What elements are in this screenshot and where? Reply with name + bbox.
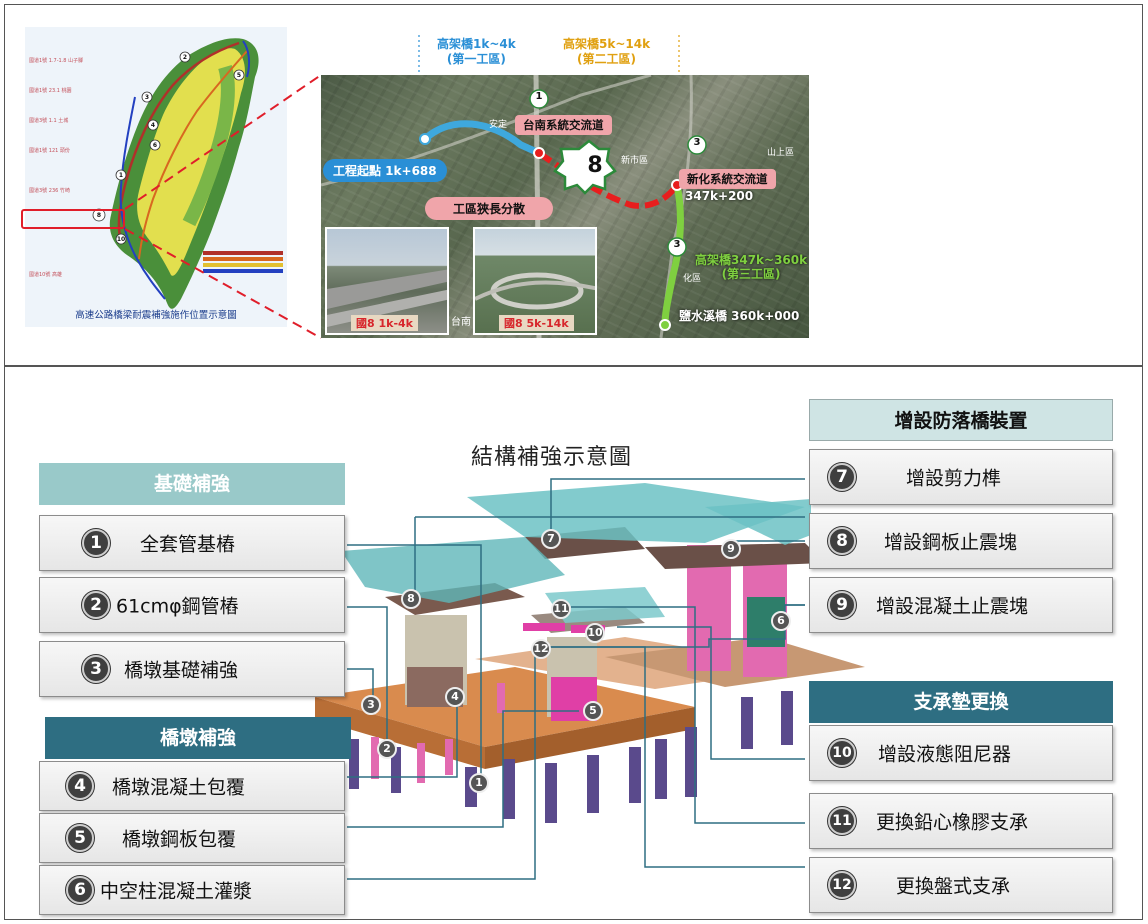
item-number: 11 [828, 807, 856, 835]
item-label: 橋墩鋼板包覆 [122, 828, 237, 851]
item-8-steel-stopper: 8 增設鋼板止震塊 [809, 513, 1113, 569]
interchange-tainan-label: 台南系統交流道 [515, 115, 612, 135]
satellite-map: 8 1 3 3 安定 新市區 山上區 化區 台南 工程起點 1k+688 台南系… [321, 75, 809, 338]
item-label: 增設混凝土止震塊 [876, 595, 1029, 618]
item-label: 全套管基樁 [140, 533, 236, 556]
item-label: 61cmφ鋼管樁 [116, 595, 239, 618]
item-label: 更換盤式支承 [896, 875, 1011, 898]
interchange-xinhua-label: 新化系統交流道 [679, 169, 776, 189]
structure-panel: 結構補強示意圖 1 2 3 4 5 6 7 8 9 10 11 12 基礎補強 … [4, 366, 1143, 920]
segment-3-label: 高架橋347k~360k (第三工區) [695, 253, 808, 281]
item-5-steel-jacket: 5 橋墩鋼板包覆 [39, 813, 345, 863]
diagram-marker-12: 12 [531, 639, 551, 659]
category-unseating: 增設防落橋裝置 [809, 399, 1113, 441]
item-10-fluid-damper: 10 增設液態阻尼器 [809, 725, 1113, 781]
diagram-marker-2: 2 [377, 739, 397, 759]
item-1-full-casing-pile: 1 全套管基樁 [39, 515, 345, 571]
item-number: 12 [828, 871, 856, 899]
place-name: 台南 [451, 317, 471, 328]
start-point-label: 工程起點 1k+688 [323, 159, 447, 182]
location-panel: 2 5 3 4 6 1 8 10 國道1號 1.7-1.8 山子腳 國道1號 2… [4, 4, 1143, 366]
diagram-marker-4: 4 [445, 687, 465, 707]
item-number: 5 [66, 824, 94, 852]
item-4-concrete-jacket: 4 橋墩混凝土包覆 [39, 761, 345, 811]
item-number: 7 [828, 463, 856, 491]
item-number: 2 [82, 591, 110, 619]
place-name: 山上區 [767, 148, 795, 158]
item-label: 更換鉛心橡膠支承 [876, 811, 1029, 834]
route-3-shield-south: 3 [673, 239, 681, 250]
item-6-hollow-column-grout: 6 中空柱混凝土灌漿 [39, 865, 345, 915]
item-3-pier-foundation: 3 橋墩基礎補強 [39, 641, 345, 697]
diagram-marker-8: 8 [401, 589, 421, 609]
item-2-steel-pipe-pile: 2 61cmφ鋼管樁 [39, 577, 345, 633]
diagram-marker-9: 9 [721, 539, 741, 559]
category-pier: 橋墩補強 [45, 717, 351, 759]
diagram-marker-7: 7 [541, 529, 561, 549]
diagram-marker-5: 5 [583, 701, 603, 721]
item-9-concrete-stopper: 9 增設混凝土止震塊 [809, 577, 1113, 633]
item-label: 增設鋼板止震塊 [884, 531, 1018, 554]
diagram-marker-6: 6 [771, 611, 791, 631]
diagram-marker-10: 10 [585, 623, 605, 643]
route-1-shield: 1 [535, 91, 543, 102]
item-11-lead-rubber-bearing: 11 更換鉛心橡膠支承 [809, 793, 1113, 849]
item-number: 10 [828, 739, 856, 767]
dispersed-label: 工區狹長分散 [425, 197, 554, 220]
item-7-shear-key: 7 增設剪力榫 [809, 449, 1113, 505]
item-12-pot-bearing: 12 更換盤式支承 [809, 857, 1113, 913]
interchange-xinhua-km: 347k+200 [685, 189, 754, 203]
photo-segment-2: 國8 5k-14k [473, 227, 597, 335]
category-bearing: 支承墊更換 [809, 681, 1113, 723]
item-label: 橋墩混凝土包覆 [112, 776, 246, 799]
item-label: 中空柱混凝土灌漿 [100, 880, 253, 903]
place-name: 安定 [489, 120, 508, 130]
item-number: 6 [66, 876, 94, 904]
item-number: 8 [828, 527, 856, 555]
end-point-label: 鹽水溪橋 360k+000 [679, 309, 800, 323]
item-label: 增設液態阻尼器 [878, 743, 1012, 766]
diagram-marker-3: 3 [361, 695, 381, 715]
route-3-shield-north: 3 [693, 137, 701, 148]
item-number: 9 [828, 591, 856, 619]
item-number: 4 [66, 772, 94, 800]
item-number: 1 [82, 529, 110, 557]
item-label: 增設剪力榫 [906, 467, 1002, 490]
photo-segment-1: 國8 1k-4k [325, 227, 449, 335]
place-name: 新市區 [621, 156, 649, 166]
item-number: 3 [82, 655, 110, 683]
category-foundation: 基礎補強 [39, 463, 345, 505]
diagram-marker-1: 1 [469, 773, 489, 793]
photo-caption: 國8 1k-4k [351, 315, 418, 331]
photo-caption: 國8 5k-14k [499, 315, 574, 331]
route-8-shield: 8 [587, 153, 603, 178]
item-label: 橋墩基礎補強 [124, 659, 239, 682]
diagram-marker-11: 11 [551, 599, 571, 619]
